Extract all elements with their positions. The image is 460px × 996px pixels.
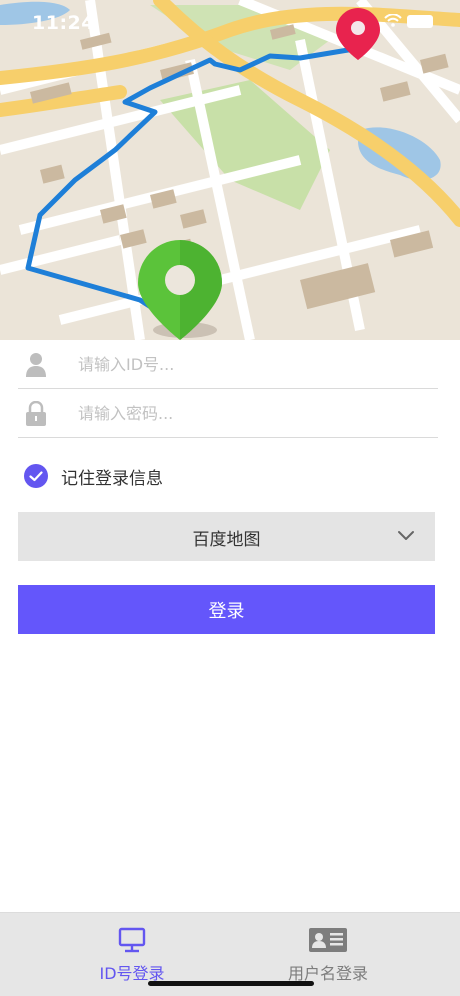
id-input[interactable]: [78, 348, 428, 380]
user-icon: [26, 353, 46, 377]
wifi-icon: [384, 14, 402, 27]
location-arrow-icon: [85, 15, 97, 27]
battery-icon: [407, 15, 433, 28]
map-graphic: [0, 0, 460, 340]
status-bar: 11:24: [0, 0, 460, 48]
hero-map-illustration: [0, 0, 460, 340]
password-field-row: [18, 389, 438, 438]
id-field-row: [18, 340, 438, 389]
tab-username-login[interactable]: 用户名登录: [213, 913, 443, 983]
remember-login-label: 记住登录信息: [61, 468, 163, 489]
login-button[interactable]: 登录: [18, 585, 435, 634]
lock-icon: [26, 401, 46, 426]
chevron-down-icon: [398, 531, 414, 540]
monitor-icon: [118, 927, 146, 953]
map-provider-select[interactable]: 百度地图: [18, 512, 435, 561]
password-input[interactable]: [78, 397, 428, 429]
id-card-icon: [309, 928, 347, 952]
home-indicator: [148, 981, 314, 986]
remember-login-toggle[interactable]: 记住登录信息: [24, 461, 163, 491]
map-provider-value: 百度地图: [192, 530, 261, 550]
checkbox-checked-icon[interactable]: [24, 464, 48, 488]
